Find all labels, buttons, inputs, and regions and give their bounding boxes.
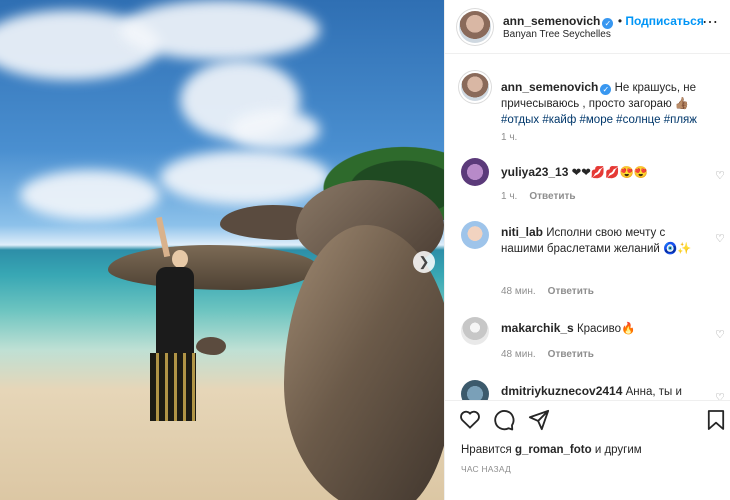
comment-time: 48 мин.	[501, 349, 536, 360]
photo-cloud	[20, 170, 160, 220]
comment-time: 48 мин.	[501, 286, 536, 297]
reply-button[interactable]: Ответить	[548, 349, 594, 360]
comment-text: Красиво🔥	[576, 323, 636, 335]
verified-badge-icon: ✓	[602, 18, 614, 29]
comment-item: makarchik_s Красиво🔥 48 мин. Ответить ♡	[461, 317, 725, 367]
comment-like-heart-icon[interactable]: ♡	[715, 168, 727, 182]
commenter-avatar[interactable]	[461, 380, 489, 400]
comment-username[interactable]: dmitriykuznecov2414	[501, 384, 622, 398]
share-icon[interactable]	[528, 409, 550, 437]
post-photo[interactable]: ❯	[0, 0, 444, 500]
comment-item: dmitriykuznecov2414 Анна, ты и ♡	[461, 380, 725, 400]
post-sidebar: ann_semenovich ✓ • Подписаться Banyan Tre…	[444, 0, 730, 500]
author-avatar[interactable]	[459, 11, 491, 43]
caption-time: 1 ч.	[501, 132, 518, 143]
comment-item: niti_lab Исполни свою мечту с нашими бра…	[461, 221, 725, 301]
comment-meta: 48 мин. Ответить	[501, 284, 594, 300]
verified-badge-icon: ✓	[600, 84, 612, 95]
post-header: ann_semenovich ✓ • Подписаться Banyan Tre…	[445, 0, 730, 54]
comment-time: 1 ч.	[501, 191, 518, 202]
photo-cloud	[120, 0, 320, 60]
post-time[interactable]: ЧАС НАЗАД	[461, 464, 511, 474]
heart-icon[interactable]	[459, 409, 481, 435]
follow-button[interactable]: Подписаться	[625, 14, 703, 28]
likes-suffix[interactable]: и другим	[595, 444, 642, 456]
liker-username[interactable]: g_roman_foto	[515, 444, 592, 456]
comment-meta: 48 мин. Ответить	[501, 347, 594, 363]
comment-username[interactable]: niti_lab	[501, 225, 543, 239]
comment-item: yuliya23_13 ❤❤💋💋😍😍 1 ч. Ответить ♡	[461, 158, 725, 208]
next-photo-button[interactable]: ❯	[413, 251, 435, 273]
comment-like-heart-icon[interactable]: ♡	[715, 390, 727, 400]
bookmark-icon[interactable]	[707, 409, 725, 437]
comment-like-heart-icon[interactable]: ♡	[715, 231, 727, 245]
commenter-avatar[interactable]	[461, 317, 489, 345]
post-actions: Нравится g_roman_foto и другим ЧАС НАЗАД	[445, 400, 730, 500]
comment-text: Анна, ты и	[625, 386, 682, 398]
caption-username[interactable]: ann_semenovich	[501, 80, 598, 94]
person-figure	[150, 215, 202, 430]
comment-like-heart-icon[interactable]: ♡	[715, 327, 727, 341]
reply-button[interactable]: Ответить	[529, 191, 575, 202]
likes-prefix: Нравится	[461, 444, 512, 456]
comment-username[interactable]: yuliya23_13	[501, 165, 568, 179]
likes-summary: Нравится g_roman_foto и другим	[461, 444, 642, 456]
author-username[interactable]: ann_semenovich	[503, 14, 600, 28]
location-link[interactable]: Banyan Tree Seychelles	[503, 29, 611, 40]
photo-cloud	[160, 150, 330, 205]
reply-button[interactable]: Ответить	[548, 286, 594, 297]
commenter-avatar[interactable]	[461, 221, 489, 249]
chevron-right-icon: ❯	[418, 254, 430, 269]
more-icon[interactable]: ⋯	[702, 12, 719, 32]
comments-list: ann_semenovich ✓ Не крашусь, не причесыва…	[445, 55, 730, 400]
commenter-avatar[interactable]	[461, 158, 489, 186]
author-avatar[interactable]	[461, 73, 489, 101]
caption: ann_semenovich ✓ Не крашусь, не причесыва…	[461, 73, 717, 153]
mid-rock	[108, 245, 318, 290]
comment-icon[interactable]	[493, 409, 515, 437]
comment-username[interactable]: makarchik_s	[501, 321, 574, 335]
comment-meta: 1 ч. Ответить	[501, 189, 576, 205]
photo-cloud	[230, 110, 320, 150]
caption-hashtags[interactable]: #отдых #кайф #море #солнце #пляж	[501, 114, 697, 126]
comment-text: ❤❤💋💋😍😍	[571, 167, 649, 179]
